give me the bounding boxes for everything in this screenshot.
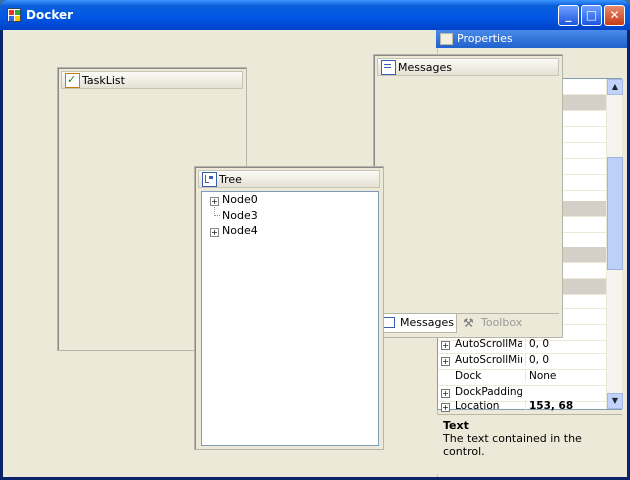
properties-panel-title[interactable]: Properties	[436, 30, 627, 48]
properties-icon	[440, 33, 453, 45]
maximize-button[interactable]: □	[581, 5, 602, 26]
messages-tab-strip: Messages ⚒ Toolbox	[377, 313, 559, 334]
scroll-up-icon[interactable]: ▲	[607, 79, 623, 95]
tree-title-label: Tree	[219, 173, 242, 186]
property-value[interactable]: 0, 0	[525, 338, 609, 350]
property-name: DockPadding	[455, 386, 522, 398]
tree-panel: Tree + Node0 Node3 + Node4	[194, 166, 384, 450]
tree-line	[214, 205, 220, 216]
tab-label: Messages	[400, 316, 454, 329]
app-icon	[7, 8, 21, 22]
expand-icon[interactable]: +	[441, 357, 450, 366]
description-title: Text	[443, 419, 469, 432]
messages-title-label: Messages	[398, 61, 452, 74]
minimize-icon: _	[565, 8, 572, 22]
minimize-button[interactable]: _	[558, 5, 579, 26]
tasklist-panel-title[interactable]: ✓ TaskList	[61, 71, 243, 89]
expand-icon[interactable]: +	[441, 341, 450, 350]
tree-view[interactable]: + Node0 Node3 + Node4	[201, 191, 379, 446]
property-name: AutoScrollMin	[455, 354, 522, 366]
expand-icon[interactable]: +	[441, 389, 450, 398]
tree-icon	[202, 172, 217, 187]
property-row-autoscrollminsize[interactable]: + AutoScrollMin 0, 0	[438, 354, 606, 370]
properties-title-label: Properties	[457, 32, 513, 45]
window-title: Docker	[26, 8, 74, 22]
tab-label: Toolbox	[481, 316, 523, 329]
property-value[interactable]: None	[525, 370, 609, 382]
tab-messages[interactable]: Messages	[377, 314, 457, 333]
property-row-dock[interactable]: Dock None	[438, 370, 606, 386]
expand-icon[interactable]: +	[210, 228, 219, 237]
checkbox-icon: ✓	[65, 73, 80, 88]
property-name: Dock	[455, 370, 482, 382]
toolbox-icon: ⚒	[463, 316, 474, 330]
close-button[interactable]: ✕	[604, 5, 625, 26]
description-text: The text contained in the control.	[443, 432, 582, 458]
property-row-autoscrollmargin[interactable]: + AutoScrollMar 0, 0	[438, 338, 606, 354]
property-value[interactable]: 153, 68	[525, 400, 609, 412]
tree-node-label[interactable]: Node3	[222, 209, 258, 222]
tree-panel-title[interactable]: Tree	[198, 170, 380, 188]
tasklist-title-label: TaskList	[82, 74, 125, 87]
tree-node-label[interactable]: Node4	[222, 224, 258, 237]
scroll-down-icon[interactable]: ▼	[607, 393, 623, 409]
property-name: AutoScrollMar	[455, 338, 522, 350]
messages-tab-icon	[383, 317, 395, 328]
tab-toolbox[interactable]: ⚒ Toolbox	[459, 314, 529, 333]
messages-panel: Messages Messages ⚒ Toolbox	[373, 54, 563, 338]
scroll-thumb[interactable]	[607, 157, 623, 270]
property-description: Text The text contained in the control.	[437, 414, 622, 474]
property-value[interactable]: 0, 0	[525, 354, 609, 366]
title-bar[interactable]: Docker _ □ ✕	[0, 0, 630, 30]
messages-panel-title[interactable]: Messages	[377, 58, 559, 76]
maximize-icon: □	[585, 8, 598, 22]
close-icon: ✕	[609, 8, 620, 22]
tree-node-label[interactable]: Node0	[222, 193, 258, 206]
messages-icon	[381, 60, 396, 75]
expand-icon[interactable]: +	[441, 403, 450, 412]
property-grid-scrollbar[interactable]: ▲ ▼	[606, 79, 623, 409]
property-name: Location	[455, 400, 500, 412]
main-window: Docker _ □ ✕ Properties r ol ft + AutoSc…	[0, 0, 630, 480]
